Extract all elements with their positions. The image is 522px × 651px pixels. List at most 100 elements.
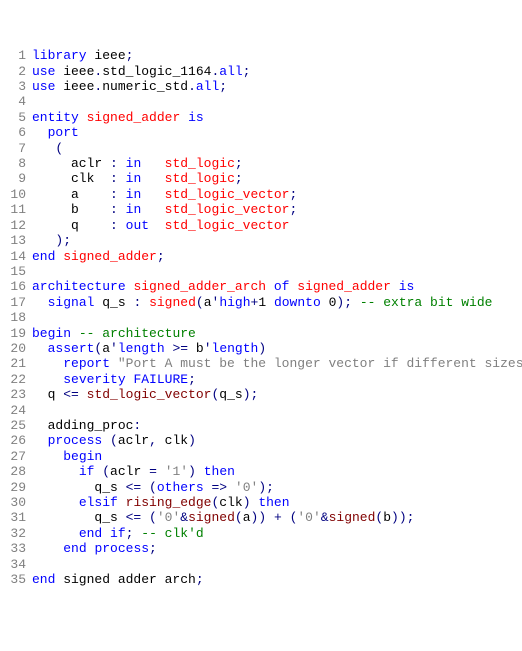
token-str: '0': [297, 510, 320, 525]
token-kw: is: [188, 110, 204, 125]
code-line: 31 q_s <= ('0'&signed(a)) + ('0'&signed(…: [4, 510, 522, 525]
token-op: ): [243, 495, 251, 510]
token-op: (: [55, 141, 63, 156]
token-kw: then: [258, 495, 289, 510]
token-op: .: [94, 79, 102, 94]
token-ty: std_logic_vector: [165, 187, 290, 202]
token-ty: signed: [149, 295, 196, 310]
line-number: 26: [4, 433, 26, 448]
token-fn: rising_edge: [126, 495, 212, 510]
code-line: 29 q_s <= (others => '0');: [4, 480, 522, 495]
line-number: 30: [4, 495, 26, 510]
token-op: &: [321, 510, 329, 525]
token-op: :: [110, 187, 118, 202]
code-line: 28 if (aclr = '1') then: [4, 464, 522, 479]
token-str: '1': [165, 464, 188, 479]
line-number: 4: [4, 94, 26, 109]
token-ty: signed_adder_arch: [133, 279, 266, 294]
token-kw: high: [219, 295, 250, 310]
token-kw: all: [196, 79, 219, 94]
line-number: 24: [4, 403, 26, 418]
token-kw: is: [399, 279, 415, 294]
line-number: 25: [4, 418, 26, 433]
line-number: 12: [4, 218, 26, 233]
line-number: 33: [4, 541, 26, 556]
line-number: 32: [4, 526, 26, 541]
token-kw: report: [63, 356, 110, 371]
line-number: 14: [4, 249, 26, 264]
code-line: 17 signal q_s : signed(a'high+1 downto 0…: [4, 295, 522, 310]
line-number: 35: [4, 572, 26, 587]
token-op: (: [149, 480, 157, 495]
token-kw: downto: [274, 295, 321, 310]
token-op: (: [149, 510, 157, 525]
token-op: ;: [289, 187, 297, 202]
token-fn: std_logic_vector: [87, 387, 212, 402]
token-kw: end: [63, 541, 86, 556]
token-op: :: [110, 202, 118, 217]
token-kw: assert: [48, 341, 95, 356]
token-kw: then: [204, 464, 235, 479]
token-op: ));: [391, 510, 414, 525]
line-number: 19: [4, 326, 26, 341]
code-line: 32 end if; -- clk'd: [4, 526, 522, 541]
line-number: 29: [4, 480, 26, 495]
token-kw: use: [32, 79, 55, 94]
token-kw: architecture: [32, 279, 126, 294]
token-op: (: [375, 510, 383, 525]
token-ty: signed_adder: [87, 110, 181, 125]
token-op: ;: [63, 233, 71, 248]
token-op: ;: [289, 202, 297, 217]
code-line: 34: [4, 557, 522, 572]
token-ty: signed_adder: [297, 279, 391, 294]
token-op: :: [110, 156, 118, 171]
token-op: ;: [188, 372, 196, 387]
token-op: :: [133, 418, 141, 433]
code-line: 6 port: [4, 125, 522, 140]
token-op: (: [235, 510, 243, 525]
code-line: 15: [4, 264, 522, 279]
token-kw: in: [126, 187, 142, 202]
code-block: 1library ieee;2use ieee.std_logic_1164.a…: [4, 48, 522, 587]
token-op: ;: [149, 541, 157, 556]
line-number: 20: [4, 341, 26, 356]
code-line: 7 (: [4, 141, 522, 156]
token-op: >=: [172, 341, 188, 356]
token-op: ): [188, 464, 196, 479]
token-op: <=: [126, 480, 142, 495]
token-kw: out: [126, 218, 149, 233]
token-str: "Port A must be the longer vector if dif…: [118, 356, 522, 371]
line-number: 8: [4, 156, 26, 171]
code-line: 12 q : out std_logic_vector: [4, 218, 522, 233]
token-op: ): [188, 433, 196, 448]
token-kw: of: [274, 279, 290, 294]
line-number: 3: [4, 79, 26, 94]
token-op: )): [251, 510, 267, 525]
line-number: 22: [4, 372, 26, 387]
token-op: (: [110, 433, 118, 448]
code-line: 21 report "Port A must be the longer vec…: [4, 356, 522, 371]
token-kw: begin: [63, 449, 102, 464]
token-op: ;: [243, 64, 251, 79]
token-op: =: [149, 464, 157, 479]
line-number: 2: [4, 64, 26, 79]
code-line: 33 end process;: [4, 541, 522, 556]
line-number: 27: [4, 449, 26, 464]
token-op: :: [133, 295, 141, 310]
token-op: .: [188, 79, 196, 94]
token-op: (: [94, 341, 102, 356]
token-op: ;: [266, 480, 274, 495]
line-number: 5: [4, 110, 26, 125]
token-op: ): [258, 480, 266, 495]
token-op: ': [204, 341, 212, 356]
line-number: 10: [4, 187, 26, 202]
code-line: 16architecture signed_adder_arch of sign…: [4, 279, 522, 294]
token-kw: others: [157, 480, 204, 495]
line-number: 9: [4, 171, 26, 186]
code-line: 3use ieee.numeric_std.all;: [4, 79, 522, 94]
line-number: 6: [4, 125, 26, 140]
line-number: 28: [4, 464, 26, 479]
line-number: 17: [4, 295, 26, 310]
token-op: (: [211, 495, 219, 510]
code-line: 18: [4, 310, 522, 325]
